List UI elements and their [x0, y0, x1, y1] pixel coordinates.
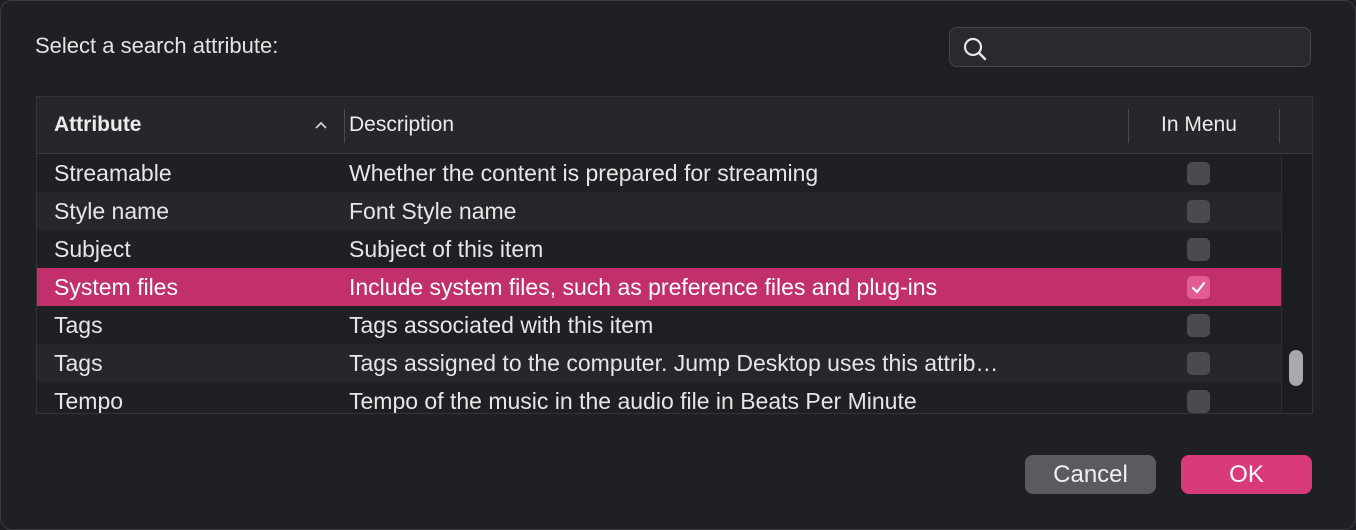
- row-attribute: System files: [54, 274, 178, 300]
- table-row[interactable]: Subject Subject of this item: [37, 230, 1281, 268]
- table-row-selected[interactable]: System files Include system files, such …: [37, 268, 1281, 306]
- column-divider[interactable]: [344, 109, 345, 143]
- row-description: Tempo of the music in the audio file in …: [349, 388, 917, 414]
- row-attribute: Streamable: [54, 160, 172, 186]
- in-menu-checkbox[interactable]: [1187, 314, 1210, 337]
- column-divider[interactable]: [1128, 109, 1129, 143]
- row-attribute: Style name: [54, 198, 170, 224]
- table-row[interactable]: Streamable Whether the content is prepar…: [37, 154, 1281, 192]
- search-input[interactable]: [994, 32, 1294, 62]
- column-header-description[interactable]: Description: [349, 113, 454, 137]
- search-icon: [963, 37, 987, 61]
- in-menu-checkbox[interactable]: [1187, 390, 1210, 413]
- row-description: Font Style name: [349, 198, 517, 224]
- row-description: Include system files, such as preference…: [349, 274, 938, 300]
- search-attribute-dialog: Select a search attribute: Attribute Des…: [0, 0, 1356, 530]
- row-attribute: Tags: [54, 312, 103, 338]
- cancel-button[interactable]: Cancel: [1025, 455, 1156, 494]
- in-menu-checkbox[interactable]: [1187, 352, 1210, 375]
- row-description: Subject of this item: [349, 236, 544, 262]
- table-row[interactable]: Tempo Tempo of the music in the audio fi…: [37, 382, 1281, 414]
- table-body: Streamable Whether the content is prepar…: [37, 154, 1281, 414]
- row-description: Whether the content is prepared for stre…: [349, 160, 819, 186]
- column-divider[interactable]: [1279, 109, 1280, 143]
- in-menu-checkbox[interactable]: [1187, 238, 1210, 261]
- table-header: Attribute Description In Menu: [37, 97, 1312, 154]
- table-row[interactable]: Tags Tags associated with this item: [37, 306, 1281, 344]
- chevron-up-icon[interactable]: [313, 117, 329, 133]
- row-attribute: Tempo: [54, 388, 124, 414]
- scrollbar-thumb[interactable]: [1289, 350, 1303, 386]
- row-description: Tags associated with this item: [349, 312, 654, 338]
- checkmark-icon: [1191, 281, 1206, 294]
- ok-button[interactable]: OK: [1181, 455, 1312, 494]
- row-attribute: Tags: [54, 350, 103, 376]
- column-header-in-menu[interactable]: In Menu: [1161, 113, 1237, 137]
- table-row[interactable]: Tags Tags assigned to the computer. Jump…: [37, 344, 1281, 382]
- column-header-attribute[interactable]: Attribute: [54, 113, 142, 137]
- in-menu-checkbox[interactable]: [1187, 162, 1210, 185]
- row-description: Tags assigned to the computer. Jump Desk…: [349, 350, 999, 376]
- search-field[interactable]: [949, 27, 1311, 67]
- table-row[interactable]: Style name Font Style name: [37, 192, 1281, 230]
- dialog-prompt: Select a search attribute:: [35, 33, 279, 58]
- in-menu-checkbox-checked[interactable]: [1187, 276, 1210, 299]
- row-attribute: Subject: [54, 236, 131, 262]
- in-menu-checkbox[interactable]: [1187, 200, 1210, 223]
- attributes-table: Attribute Description In Menu Streamable…: [36, 96, 1313, 414]
